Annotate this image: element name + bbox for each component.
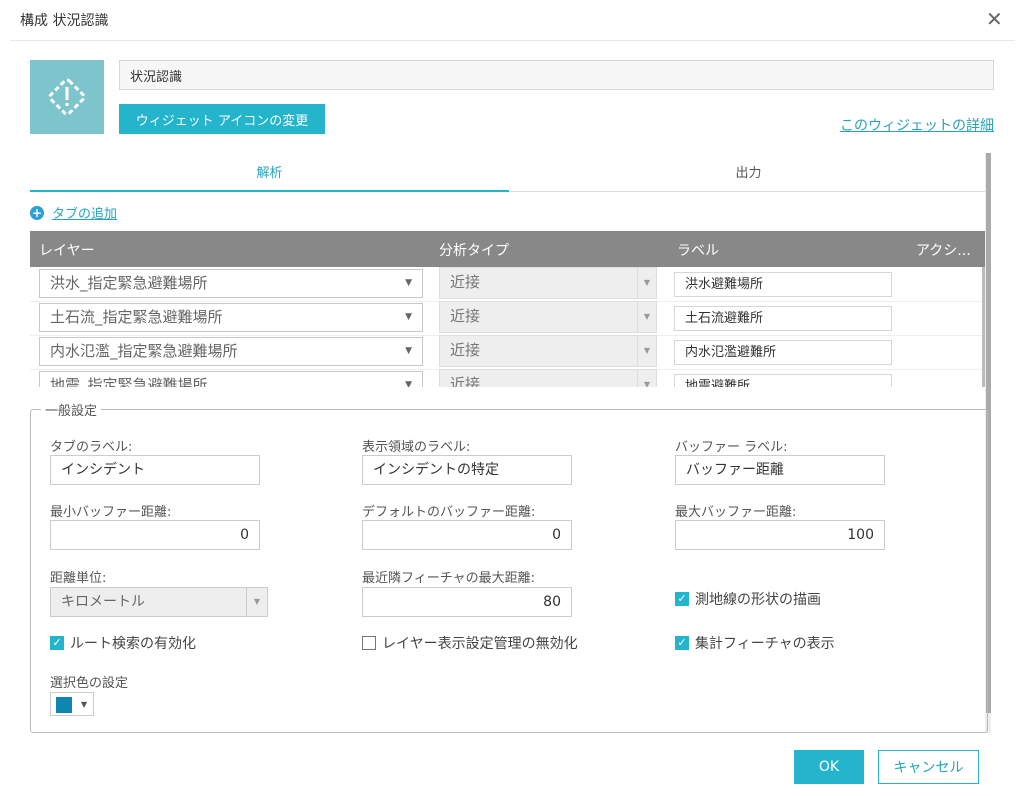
tab-analysis[interactable]: 解析 bbox=[30, 162, 509, 192]
selection-color-picker[interactable]: ▼ bbox=[50, 692, 94, 716]
row-label-input[interactable]: 土石流避難所 bbox=[674, 306, 892, 331]
cancel-button[interactable]: キャンセル bbox=[878, 750, 979, 784]
buffer-label-caption: バッファー ラベル: bbox=[675, 440, 788, 455]
close-icon[interactable]: ✕ bbox=[986, 8, 1003, 30]
row-label-input[interactable]: 地震避難所 bbox=[674, 374, 892, 387]
analysis-type-select[interactable]: 近接 ▼ bbox=[439, 301, 657, 333]
route-checkbox[interactable]: ✓ ルート検索の有効化 bbox=[50, 633, 196, 653]
tab-label-caption: タブのラベル: bbox=[50, 440, 133, 455]
chevron-down-icon: ▼ bbox=[405, 278, 412, 288]
tab-output[interactable]: 出力 bbox=[509, 162, 988, 192]
display-area-label-input[interactable]: インシデントの特定 bbox=[362, 455, 572, 485]
summary-checkbox[interactable]: ✓ 集計フィーチャの表示 bbox=[675, 633, 835, 653]
layer-visibility-checkbox[interactable]: レイヤー表示設定管理の無効化 bbox=[362, 633, 578, 653]
table-header: レイヤー 分析タイプ ラベル アクシ... bbox=[30, 231, 988, 267]
general-settings-legend: 一般設定 bbox=[45, 404, 98, 419]
alert-diamond-icon bbox=[48, 78, 86, 116]
chevron-down-icon: ▼ bbox=[637, 370, 656, 387]
header-divider bbox=[10, 40, 1015, 41]
add-tab-link[interactable]: + タブの追加 bbox=[30, 203, 117, 222]
color-swatch bbox=[56, 697, 72, 713]
plus-circle-icon: + bbox=[30, 205, 44, 220]
min-buffer-input[interactable]: 0 bbox=[50, 520, 260, 550]
table-row: 内水氾濫_指定緊急避難場所 ▼ 近接 ▼ 内水氾濫避難所 bbox=[30, 335, 988, 370]
distance-unit-caption: 距離単位: bbox=[50, 571, 107, 586]
default-buffer-input[interactable]: 0 bbox=[362, 520, 572, 550]
display-area-label-caption: 表示領域のラベル: bbox=[362, 440, 471, 455]
selection-color-caption: 選択色の設定 bbox=[50, 676, 129, 691]
header-label: ラベル bbox=[677, 243, 719, 259]
table-row: 土石流_指定緊急避難場所 ▼ 近接 ▼ 土石流避難所 bbox=[30, 301, 988, 336]
geodesic-checkbox[interactable]: ✓ 測地線の形状の描画 bbox=[675, 589, 821, 609]
buffer-label-input[interactable]: バッファー距離 bbox=[675, 455, 885, 485]
row-label-input[interactable]: 洪水避難場所 bbox=[674, 272, 892, 297]
analysis-type-select[interactable]: 近接 ▼ bbox=[439, 335, 657, 367]
header-action: アクシ... bbox=[916, 243, 971, 259]
analysis-type-select[interactable]: 近接 ▼ bbox=[439, 267, 657, 299]
checkbox-checked-icon: ✓ bbox=[675, 636, 689, 650]
chevron-down-icon: ▼ bbox=[637, 336, 656, 366]
layer-select[interactable]: 地震_指定緊急避難場所 ▼ bbox=[39, 371, 423, 387]
min-buffer-caption: 最小バッファー距離: bbox=[50, 505, 172, 520]
nearest-max-caption: 最近隣フィーチャの最大距離: bbox=[362, 571, 535, 586]
widget-detail-link[interactable]: このウィジェットの詳細 bbox=[840, 115, 994, 135]
table-row: 地震_指定緊急避難場所 ▼ 近接 ▼ 地震避難所 bbox=[30, 369, 988, 387]
layer-table-body: 洪水_指定緊急避難場所 ▼ 近接 ▼ 洪水避難場所 土石流_指定緊急避難場所 ▼ 近接… bbox=[30, 267, 988, 387]
change-icon-button[interactable]: ウィジェット アイコンの変更 bbox=[119, 104, 325, 134]
row-label-input[interactable]: 内水氾濫避難所 bbox=[674, 340, 892, 365]
chevron-down-icon: ▼ bbox=[405, 380, 412, 387]
table-row: 洪水_指定緊急避難場所 ▼ 近接 ▼ 洪水避難場所 bbox=[30, 267, 988, 302]
header-layer: レイヤー bbox=[39, 243, 95, 259]
checkbox-unchecked-icon bbox=[362, 636, 376, 650]
ok-button[interactable]: OK bbox=[794, 750, 864, 784]
layer-select[interactable]: 土石流_指定緊急避難場所 ▼ bbox=[39, 303, 423, 332]
header-analysis-type: 分析タイプ bbox=[439, 243, 509, 259]
layer-select[interactable]: 内水氾濫_指定緊急避難場所 ▼ bbox=[39, 337, 423, 366]
chevron-down-icon: ▼ bbox=[246, 588, 267, 616]
chevron-down-icon: ▼ bbox=[405, 312, 412, 322]
checkbox-checked-icon: ✓ bbox=[675, 592, 689, 606]
default-buffer-caption: デフォルトのバッファー距離: bbox=[362, 505, 536, 520]
layer-select[interactable]: 洪水_指定緊急避難場所 ▼ bbox=[39, 269, 423, 298]
distance-unit-select[interactable]: キロメートル ▼ bbox=[50, 587, 268, 617]
chevron-down-icon: ▼ bbox=[81, 700, 88, 709]
chevron-down-icon: ▼ bbox=[637, 302, 656, 332]
widget-name-input[interactable] bbox=[119, 60, 994, 90]
chevron-down-icon: ▼ bbox=[405, 346, 412, 356]
tab-label-input[interactable]: インシデント bbox=[50, 455, 260, 485]
tab-active-indicator bbox=[30, 190, 509, 192]
nearest-max-input[interactable]: 80 bbox=[362, 587, 572, 617]
max-buffer-caption: 最大バッファー距離: bbox=[675, 505, 797, 520]
chevron-down-icon: ▼ bbox=[637, 268, 656, 298]
checkbox-checked-icon: ✓ bbox=[50, 636, 64, 650]
dialog-title: 構成 状況認識 bbox=[20, 13, 109, 29]
widget-icon bbox=[30, 60, 104, 134]
analysis-type-select[interactable]: 近接 ▼ bbox=[439, 369, 657, 387]
add-tab-label: タブの追加 bbox=[52, 207, 118, 222]
max-buffer-input[interactable]: 100 bbox=[675, 520, 885, 550]
